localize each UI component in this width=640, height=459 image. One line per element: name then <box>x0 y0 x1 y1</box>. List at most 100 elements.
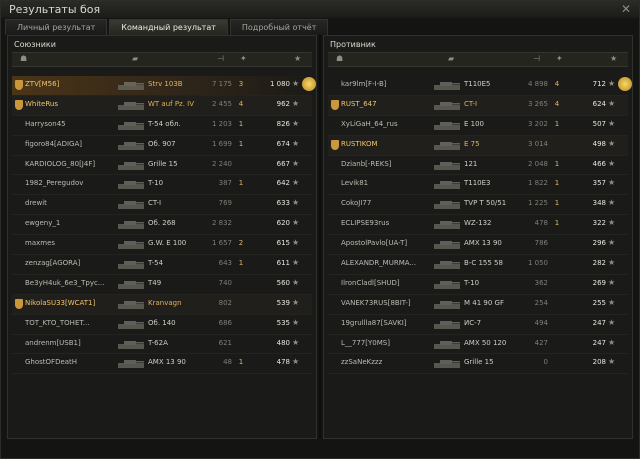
tank-name: WZ-132 <box>464 219 492 228</box>
damage-value: 7 175 <box>211 80 232 88</box>
star-icon: ★ <box>292 258 300 268</box>
tank-name: AMX 50 120 <box>464 338 507 347</box>
star-icon: ★ <box>292 178 300 188</box>
player-name: ApostolPavlo[UA-T] <box>341 239 408 248</box>
star-icon: ★ <box>292 118 300 128</box>
tab-personal[interactable]: Личный результат <box>5 19 108 35</box>
damage-value: 3 202 <box>527 119 548 128</box>
tank-icon <box>434 241 460 250</box>
table-row[interactable]: L__777[Y0MS] AMX 50 120 427 247 ★ <box>328 335 628 355</box>
star-icon: ★ <box>608 138 616 148</box>
tank-icon <box>118 221 144 230</box>
player-name: kar9lm[F-I-B] <box>341 80 387 88</box>
table-row[interactable]: 1982_Peregudov T-10 387 1 642 ★ <box>12 175 312 196</box>
tank-icon <box>434 141 460 150</box>
table-row[interactable]: XyLiGaH_64_rus E 100 3 202 1 507 ★ <box>328 116 628 136</box>
table-row[interactable]: GhostOFDeatH AMX 13 90 48 1 478 ★ <box>12 354 312 375</box>
enemies-title: Противник <box>330 40 376 49</box>
tank-icon <box>434 82 460 90</box>
table-row[interactable]: drewit CT-I 769 633 ★ <box>12 195 312 216</box>
kills-value: 1 <box>238 358 244 367</box>
tank-name: Об. 268 <box>148 219 176 228</box>
table-row[interactable]: KARDIOLOG_80[J4F] Grille 15 2 240 667 ★ <box>12 156 312 176</box>
star-icon: ★ <box>292 317 300 327</box>
table-row[interactable]: WhiteRus WT auf Pz. IV 2 455 4 962 ★ <box>12 95 312 116</box>
star-icon: ★ <box>608 297 616 307</box>
tank-icon <box>434 221 460 230</box>
tab-detailed[interactable]: Подробный отчёт <box>229 19 329 35</box>
table-row[interactable]: kar9lm[F-I-B] T110E5 4 898 4 712 ★ <box>328 76 632 96</box>
player-name: zzSaNeKzzz <box>341 358 383 367</box>
player-name: Dzianb[-REKS] <box>341 159 392 168</box>
xp-value: 247 <box>592 318 606 327</box>
table-row[interactable]: RUST_647 CT-I 3 265 4 624 ★ <box>328 95 628 116</box>
xp-value: 539 <box>276 298 290 307</box>
damage-value: 3 265 <box>527 99 548 108</box>
table-row[interactable]: ApostolPavlo[UA-T] AMX 13 90 786 296 ★ <box>328 235 628 256</box>
tank-icon <box>118 320 144 329</box>
tank-icon <box>118 82 144 90</box>
table-row[interactable]: ewgeny_1 Об. 268 2 832 620 ★ <box>12 215 312 236</box>
tank-icon <box>118 280 144 289</box>
table-row[interactable]: ECLIPSE93rus WZ-132 478 1 322 ★ <box>328 215 628 236</box>
tank-icon: ▰ <box>132 54 139 63</box>
table-row[interactable]: zenzag[AGORA] T-54 643 1 611 ★ <box>12 255 312 275</box>
title-bar: Результаты боя ✕ <box>1 1 639 18</box>
table-row[interactable]: Levik81 T110E3 1 822 1 357 ★ <box>328 175 628 196</box>
table-row[interactable]: zzSaNeKzzz Grille 15 0 208 ★ <box>328 354 628 375</box>
table-row[interactable]: Dzianb[-REKS] 121 2 048 1 466 ★ <box>328 156 628 176</box>
kills-value: 4 <box>554 99 560 108</box>
table-row[interactable]: NikolaSU33[WCAT1] Kranvagn 802 539 ★ <box>12 294 312 315</box>
player-name: GhostOFDeatH <box>25 358 78 367</box>
table-row[interactable]: IlronCladl[SHUD] T-10 362 269 ★ <box>328 275 628 295</box>
table-row[interactable]: 19grullla87[SAVKI] ИС-7 494 247 ★ <box>328 315 628 335</box>
medal-icon <box>302 77 316 91</box>
tab-team[interactable]: Командный результат <box>109 19 228 35</box>
table-row[interactable]: figoro84[ADIGA] Об. 907 1 699 1 674 ★ <box>12 136 312 156</box>
table-row[interactable]: andrenm[USB1] T-62A 621 480 ★ <box>12 335 312 355</box>
table-row[interactable]: VANEK73RUS[8BIT-] M 41 90 GF 254 255 ★ <box>328 295 628 315</box>
tank-name: CT-I <box>464 99 478 108</box>
table-row[interactable]: ZTV[M56] Strv 103B 7 175 3 1 080 ★ <box>12 76 316 96</box>
star-icon: ★ <box>608 198 616 208</box>
damage-value: 362 <box>534 278 548 287</box>
damage-icon: ⊣ <box>217 54 224 63</box>
table-row[interactable]: Be3yH4uk_6e3_Tpyc... T49 740 560 ★ <box>12 275 312 295</box>
tank-name: Kranvagn <box>148 298 182 307</box>
player-name: drewit <box>25 199 47 208</box>
tank-icon <box>118 360 144 369</box>
xp-value: 247 <box>592 338 606 347</box>
table-row[interactable]: ALEXANDR_MURMA... B-C 155 58 1 050 282 ★ <box>328 255 628 275</box>
close-icon[interactable]: ✕ <box>619 2 633 16</box>
player-name: TOT_KTO_TOHET... <box>25 318 90 327</box>
tank-name: ИС-7 <box>464 318 482 327</box>
kills-value: 2 <box>238 239 244 248</box>
kills-value: 1 <box>238 179 244 188</box>
battle-results-window: Результаты боя ✕ Личный результат Команд… <box>0 0 640 459</box>
player-name: XyLiGaH_64_rus <box>341 119 398 128</box>
tank-icon <box>434 161 460 170</box>
xp-value: 507 <box>592 119 606 128</box>
table-row[interactable]: CokoJI77 TVP T 50/51 1 225 1 348 ★ <box>328 195 628 216</box>
damage-value: 494 <box>534 318 548 327</box>
star-icon: ★ <box>608 178 616 188</box>
table-row[interactable]: maxmes G.W. E 100 1 657 2 615 ★ <box>12 235 312 256</box>
table-row[interactable]: TOT_KTO_TOHET... Об. 140 686 535 ★ <box>12 315 312 335</box>
xp-value: 269 <box>592 278 606 287</box>
star-icon: ★ <box>608 238 616 248</box>
star-icon: ★ <box>608 218 616 228</box>
star-icon: ★ <box>292 297 300 307</box>
star-icon: ★ <box>292 277 300 287</box>
xp-value: 1 080 <box>269 80 290 88</box>
damage-value: 621 <box>218 338 232 347</box>
player-name: ECLIPSE93rus <box>341 219 390 228</box>
player-name: NikolaSU33[WCAT1] <box>25 298 96 307</box>
table-row[interactable]: Harryson45 T-54 обл. 1 203 1 826 ★ <box>12 116 312 136</box>
enemies-list: kar9lm[F-I-B] T110E5 4 898 4 712 ★ RUST_647 CT-… <box>328 76 632 375</box>
kills-value: 1 <box>554 119 560 128</box>
kills-value: 3 <box>238 80 244 88</box>
table-row[interactable]: RUSTIKOM E 75 3 014 498 ★ <box>328 135 628 156</box>
damage-value: 643 <box>218 259 232 268</box>
damage-value: 1 822 <box>527 179 548 188</box>
tank-name: E 75 <box>464 139 480 148</box>
